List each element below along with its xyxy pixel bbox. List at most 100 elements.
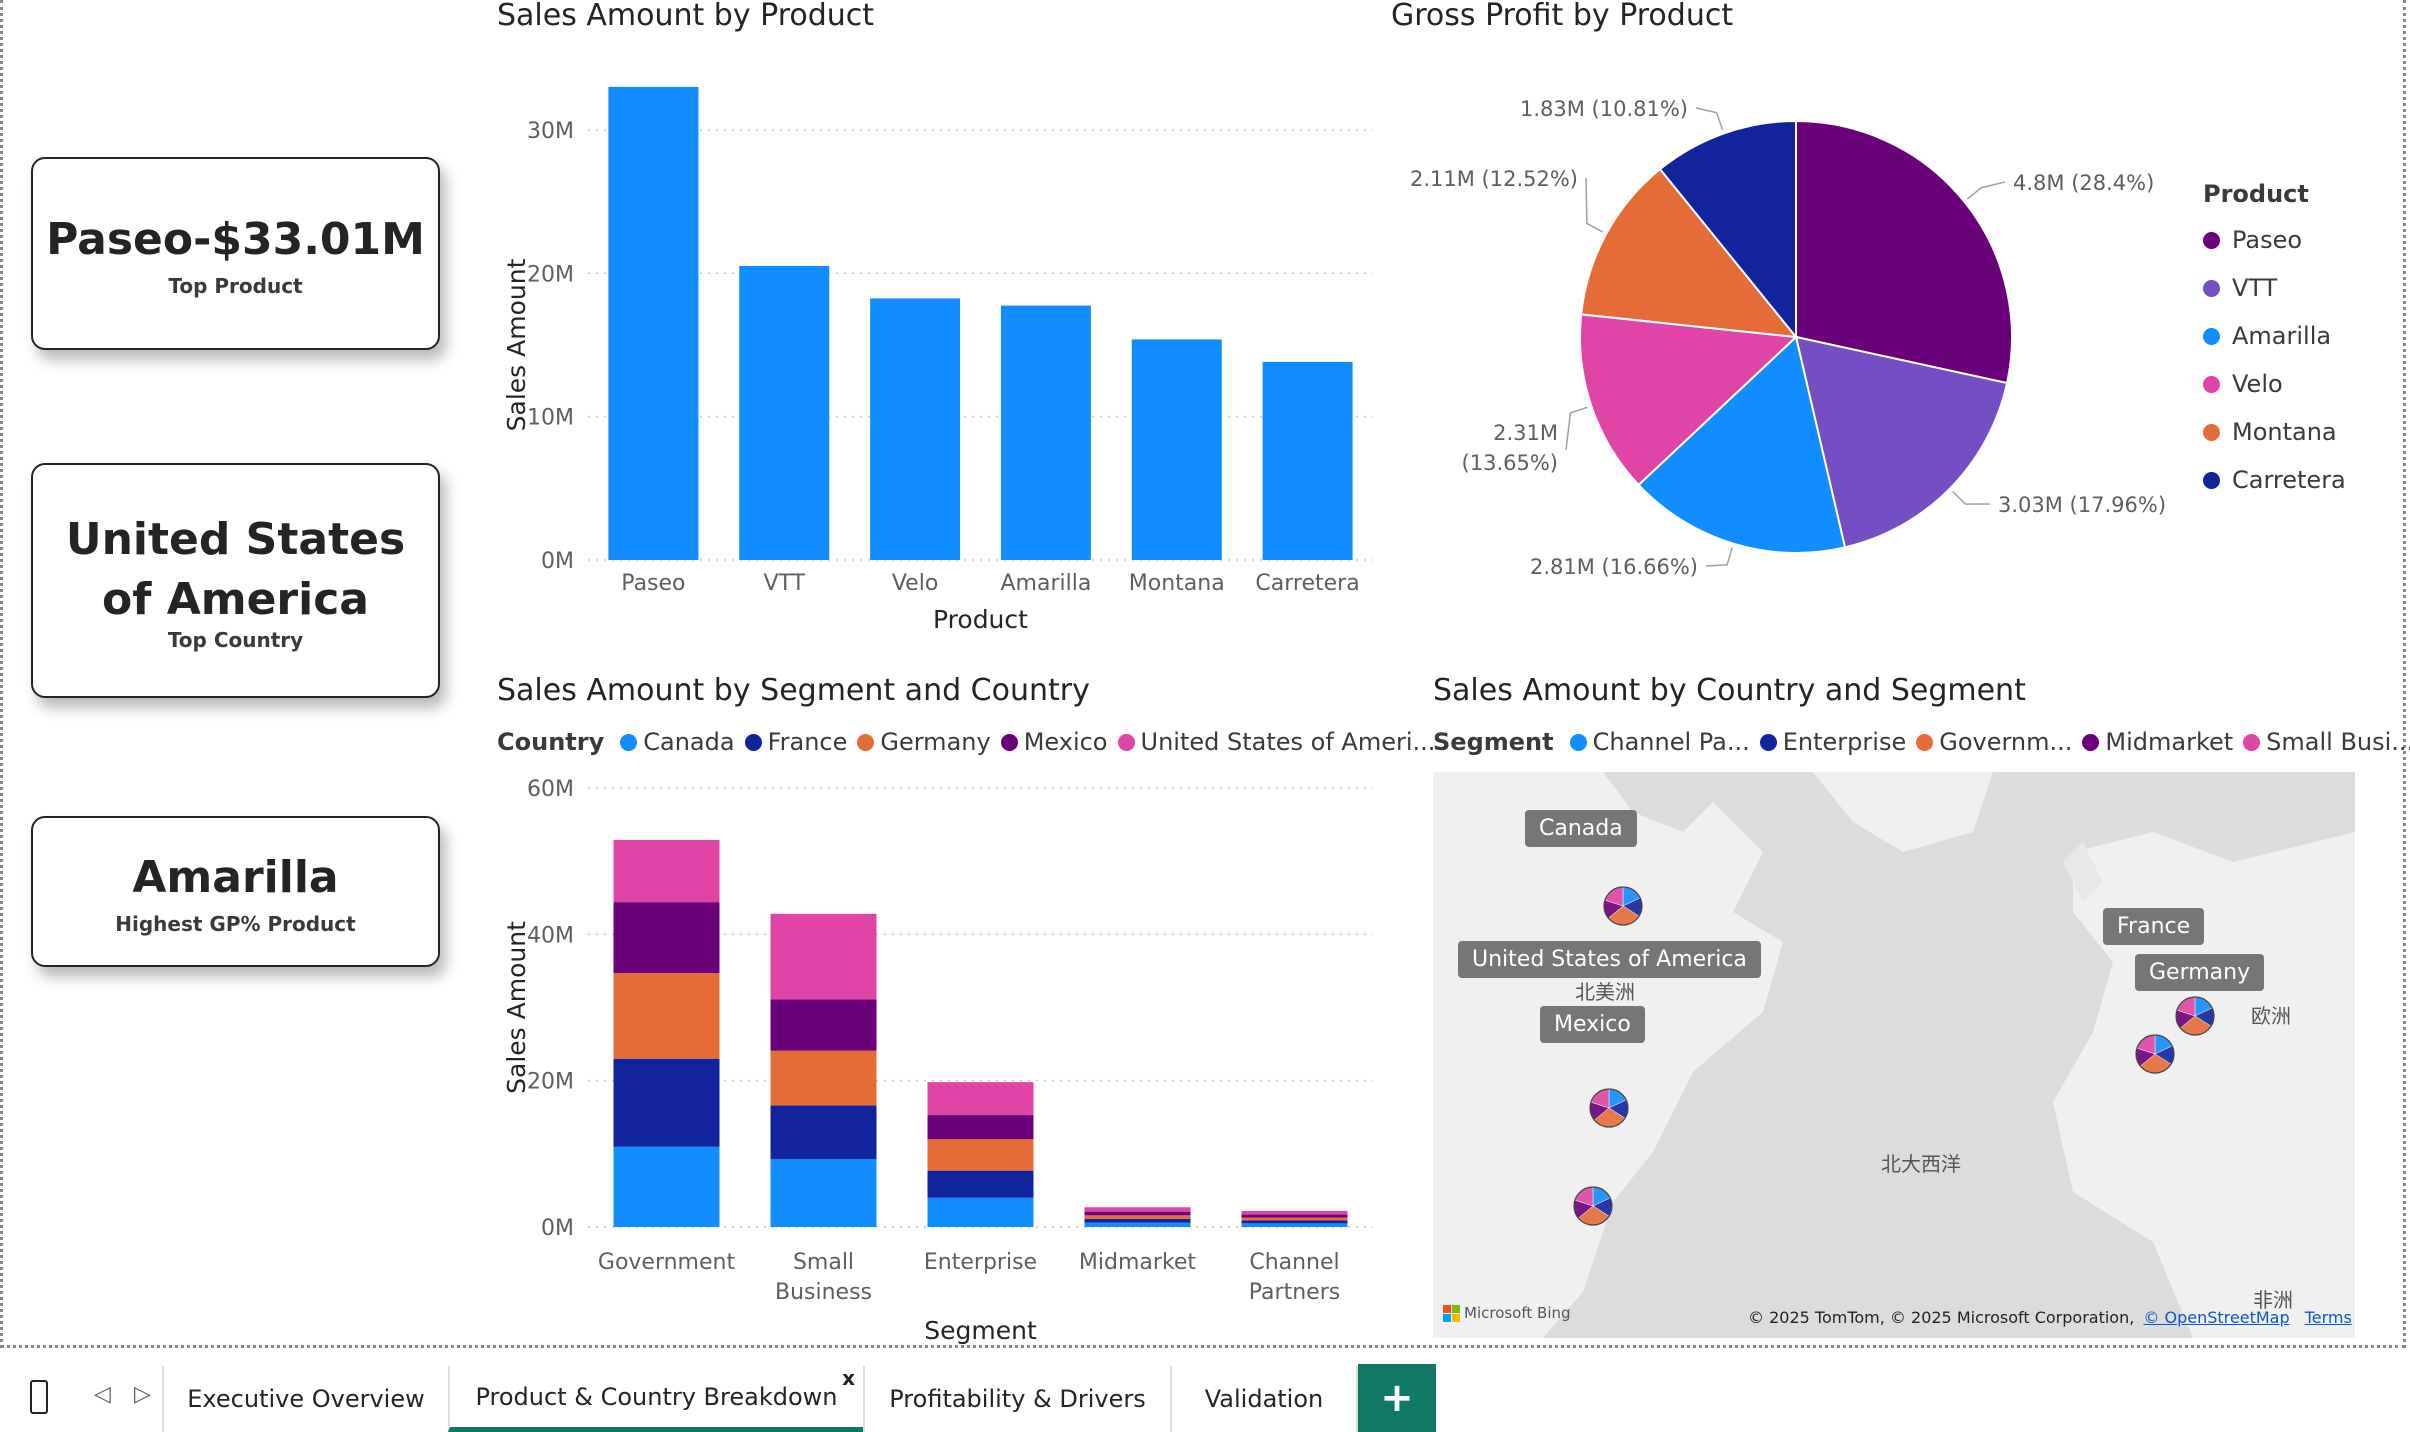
bar[interactable] [1131,339,1222,560]
legend-marker [2203,471,2220,489]
x-tick-label: Business [775,1280,872,1305]
report-canvas: Paseo-$33.01M Top Product United States … [0,0,2410,1348]
legend-marker [1916,733,1934,751]
kpi-card-top-product[interactable]: Paseo-$33.01M Top Product [31,157,440,350]
stacked-bar-segment[interactable] [770,913,877,1000]
tab-profitability-drivers[interactable]: Profitability & Drivers [863,1366,1170,1432]
stacked-bar-segment[interactable] [927,1139,1034,1171]
y-tick-label: 0M [541,1216,574,1241]
stacked-bar-segment[interactable] [927,1170,1034,1198]
copyright-text: © 2025 TomTom, © 2025 Microsoft Corporat… [1748,1308,2135,1327]
legend-item[interactable]: Mexico [1000,728,1108,756]
stacked-bar-segment[interactable] [770,999,877,1051]
x-tick-label: Montana [1129,571,1225,596]
stacked-bar-segment[interactable] [770,1158,877,1227]
stacked-bar-segment[interactable] [927,1082,1034,1116]
leader-line [1565,406,1588,451]
tab-validation[interactable]: Validation [1170,1366,1358,1432]
stacked-bar-segment[interactable] [1084,1215,1191,1219]
pie-legend-title: Product [2203,180,2309,208]
y-tick-label: 0M [541,549,574,574]
x-axis-title: Product [933,605,1028,634]
bar[interactable] [1262,361,1353,560]
tab-close-icon[interactable]: x [842,1366,855,1390]
bing-logo: Microsoft Bing [1443,1304,1571,1322]
stacked-bar-segment[interactable] [927,1115,1034,1140]
legend-label: Amarilla [2232,322,2332,350]
stacked-bar-segment[interactable] [927,1197,1034,1227]
gross-profit-pie-chart[interactable]: 4.8M (28.4%) 3.03M (17.96%) 2.81M (16.66%)… [1393,60,2193,620]
legend-marker [2203,423,2220,441]
legend-item[interactable]: Governm... [1916,728,2072,756]
tab-scroll-left-icon[interactable]: ◁ [94,1382,111,1407]
legend-label: Channel Pa... [1592,728,1750,756]
country-legend-title: Country [497,728,605,756]
stacked-bar-segment[interactable] [1241,1223,1348,1227]
map-pie-markers[interactable] [1433,772,2355,1338]
kpi-card-top-country[interactable]: United States of America Top Country [31,463,440,698]
tab-product-country-breakdown[interactable]: Product & Country Breakdown x [448,1366,863,1432]
pie-legend-item[interactable]: Amarilla [2203,312,2346,360]
bar[interactable] [1000,305,1091,560]
legend-label: France [767,728,848,756]
map-visual[interactable]: Canada United States of America Mexico F… [1433,772,2355,1338]
legend-label: Canada [643,728,735,756]
mobile-layout-icon[interactable] [30,1380,48,1414]
kpi-card-highest-gp-product[interactable]: Amarilla Highest GP% Product [31,816,440,967]
x-tick-label: Paseo [621,571,685,596]
legend-item[interactable]: Small Busi... [2243,728,2410,756]
stacked-bar-segment[interactable] [1084,1207,1191,1212]
microsoft-logo-icon [1443,1304,1460,1322]
stacked-bar-segment[interactable] [1241,1214,1348,1218]
pie-legend-item[interactable]: Carretera [2203,456,2346,504]
legend-item[interactable]: Germany [857,728,991,756]
legend-marker [1117,733,1135,751]
stacked-bar-segment[interactable] [613,973,720,1059]
pie-data-label: 2.11M (12.52%) [1410,167,1578,191]
sales-by-segment-country-chart[interactable]: 0M 20M 40M 60M Government Small Business Enterp… [493,770,1383,1345]
kpi-label: Top Country [167,627,304,652]
stacked-bar-segment[interactable] [770,1105,877,1159]
add-page-button[interactable]: + [1358,1364,1436,1432]
stacked-bar-segment[interactable] [613,1058,720,1147]
stacked-bar-segment[interactable] [613,902,720,974]
stacked-bar-segment[interactable] [1241,1210,1348,1215]
stacked-bar-segment[interactable] [1241,1220,1348,1224]
bar[interactable] [608,86,699,561]
legend-item[interactable]: Enterprise [1759,728,1906,756]
pie-legend-item[interactable]: Montana [2203,408,2346,456]
legend-item[interactable]: Midmarket [2082,728,2233,756]
stacked-bar-segment[interactable] [613,1146,720,1227]
x-axis-title: Segment [924,1316,1037,1345]
y-tick-label: 20M [527,1070,574,1095]
y-tick-label: 10M [527,406,574,431]
map-attribution: © 2025 TomTom, © 2025 Microsoft Corporat… [1748,1308,2352,1327]
legend-item[interactable]: United States of Ameri... [1117,728,1435,756]
legend-marker [2243,733,2261,751]
legend-marker [744,733,762,751]
stacked-bar-segment[interactable] [1084,1211,1191,1216]
stacked-bar-segment[interactable] [1241,1217,1348,1221]
stacked-bar-segment[interactable] [1084,1222,1191,1227]
stacked-bar-segment[interactable] [1084,1218,1191,1223]
stacked-bar-segment[interactable] [613,839,720,903]
pie-legend-item[interactable]: Paseo [2203,216,2346,264]
sales-by-product-chart[interactable]: 0M 10M 20M 30M Paseo VTT Velo Amarilla Montana Ca… [493,50,1383,640]
bar[interactable] [739,266,830,560]
leader-line [1705,547,1733,567]
tab-executive-overview[interactable]: Executive Overview [162,1366,448,1432]
x-tick-label: VTT [763,571,805,596]
pie-legend-item[interactable]: VTT [2203,264,2346,312]
tab-scroll-right-icon[interactable]: ▷ [134,1382,151,1407]
legend-item[interactable]: Channel Pa... [1569,728,1750,756]
stacked-bar-segment[interactable] [770,1050,877,1106]
bar[interactable] [870,298,961,560]
legend-label: Carretera [2232,466,2346,494]
kpi-value: Amarilla [132,851,339,903]
legend-item[interactable]: Canada [620,728,735,756]
kpi-value: Paseo-$33.01M [46,213,425,265]
legend-item[interactable]: France [744,728,848,756]
pie-legend-item[interactable]: Velo [2203,360,2346,408]
osm-link[interactable]: © OpenStreetMap [2143,1308,2289,1327]
terms-link[interactable]: Terms [2305,1308,2352,1327]
